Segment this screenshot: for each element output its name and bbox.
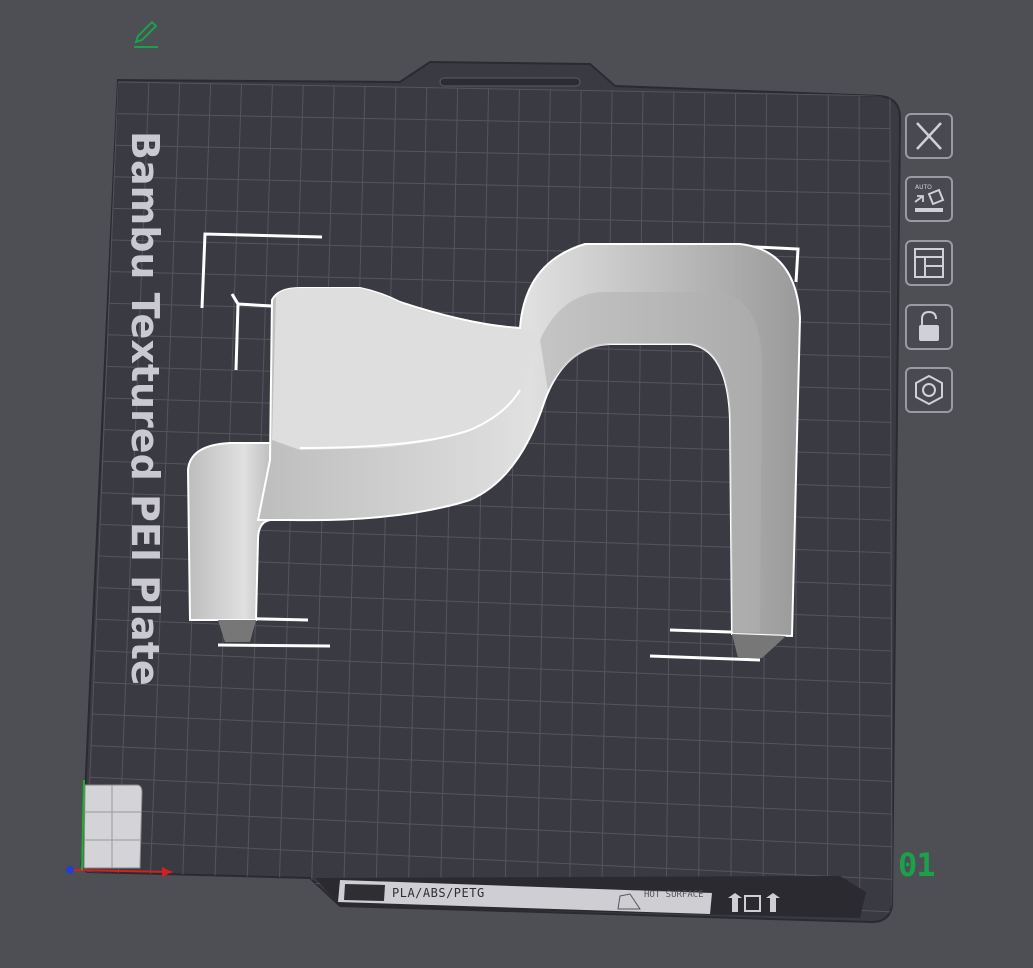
plate-material-label: PLA/ABS/PETG <box>392 886 485 900</box>
unlock-icon <box>919 310 939 341</box>
hexagon-nut-icon <box>915 374 943 406</box>
arrange-layout-icon <box>914 248 944 278</box>
hot-surface-warning: HOT SURFACE <box>644 890 704 900</box>
edit-plate-name-button[interactable] <box>130 18 162 50</box>
lock-button[interactable] <box>905 304 953 350</box>
auto-orient-button[interactable]: AUTO <box>905 176 953 222</box>
arrange-button[interactable] <box>905 240 953 286</box>
close-plate-button[interactable] <box>905 113 953 159</box>
auto-orient-icon: AUTO <box>914 184 945 212</box>
pencil-icon <box>134 20 158 48</box>
plate-type-label: Bambu Textured PEI Plate <box>123 131 167 686</box>
plate-settings-button[interactable] <box>905 367 953 413</box>
plate-number[interactable]: 01 <box>898 846 958 884</box>
close-icon <box>916 122 942 150</box>
grid-line <box>858 95 861 911</box>
auto-badge: AUTO <box>915 184 932 191</box>
